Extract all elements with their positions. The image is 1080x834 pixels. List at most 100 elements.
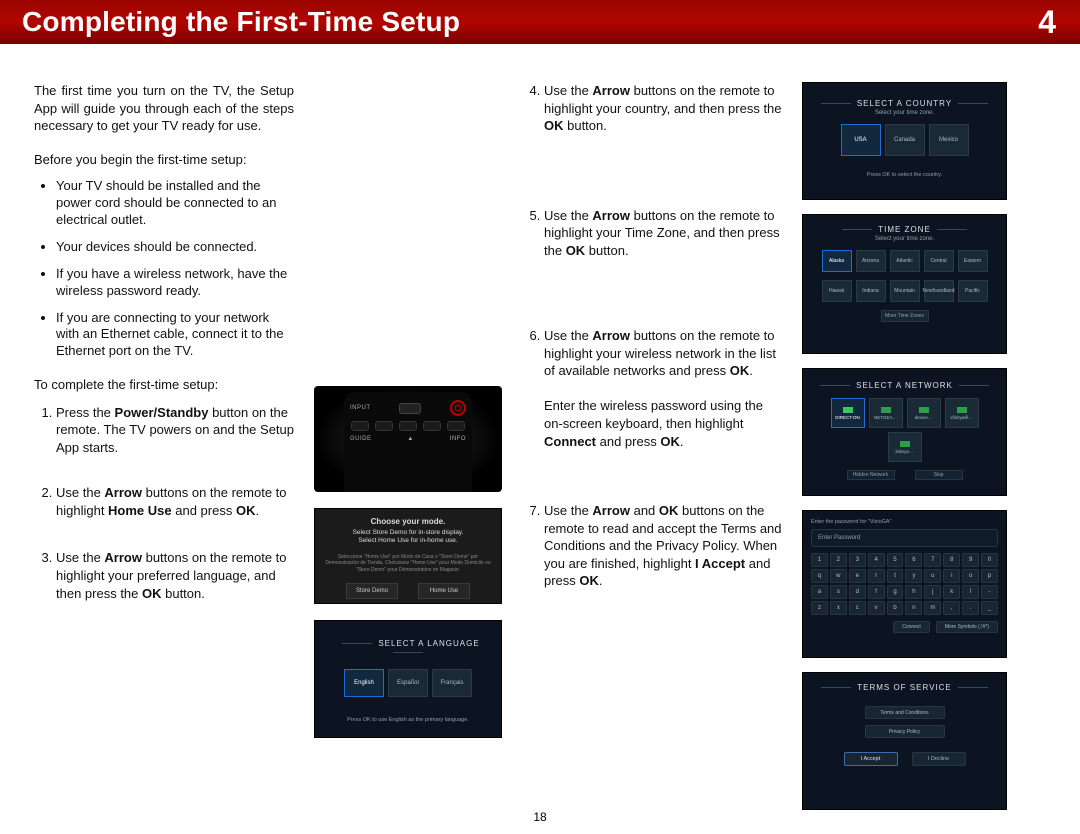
i-accept-button: I Accept [844,752,898,766]
network-option: DIRECT-DN [831,398,865,428]
more-timezones-button: More Time Zones [881,310,929,322]
language-option: Español [388,669,428,697]
network-option: device… [907,398,941,428]
step-4: Use the Arrow buttons on the remote to h… [544,82,782,135]
prep-item: If you are connecting to your network wi… [56,310,294,361]
chapter-number: 4 [1038,6,1062,38]
terms-button: Terms and Conditions [865,706,945,719]
keyboard-key: 7 [924,553,941,567]
left-image-column: INPUT ⏻ GUIDE ▲ INFO Choose your mode. S… [314,82,502,824]
prep-list: Your TV should be installed and the powe… [34,178,294,360]
keyboard-key: m [924,601,941,615]
keyboard-key: w [830,569,847,583]
steps-list-right: Use the Arrow buttons on the remote to h… [522,82,782,590]
keyboard-key: l [962,585,979,599]
keyboard-key: j [924,585,941,599]
step-6: Use the Arrow buttons on the remote to h… [544,327,782,450]
timezone-screenshot: TIME ZONE Select your time zone. Alaska … [802,214,1007,354]
right-text-column: Use the Arrow buttons on the remote to h… [522,82,782,824]
i-decline-button: I Decline [912,752,966,766]
keyboard-key: d [849,585,866,599]
remote-image: INPUT ⏻ GUIDE ▲ INFO [314,386,502,492]
complete-lead: To complete the first-time setup: [34,376,294,394]
language-option: English [344,669,384,697]
keyboard-key: 4 [868,553,885,567]
skip-button: Skip [915,470,963,480]
tos-screenshot: TERMS OF SERVICE Terms and Conditions Pr… [802,672,1007,810]
step-2: Use the Arrow buttons on the remote to h… [56,484,294,519]
keyboard-key: y [905,569,922,583]
prep-item: If you have a wireless network, have the… [56,266,294,300]
mode-screenshot: Choose your mode. Select Store Demo for … [314,508,502,604]
keyboard-key: a [811,585,828,599]
remote-info-label: INFO [450,436,466,442]
remote-button [399,403,421,414]
connect-button: Connect [893,621,930,633]
keyboard-key: 2 [830,553,847,567]
keyboard-key: u [924,569,941,583]
country-option: Canada [885,124,925,156]
keyboard-key: 3 [849,553,866,567]
step-3: Use the Arrow buttons on the remote to h… [56,549,294,602]
country-option: Mexico [929,124,969,156]
keyboard-key: v [868,601,885,615]
keyboard-key: p [981,569,998,583]
keyboard-key: 5 [887,553,904,567]
keyboard-key: 9 [962,553,979,567]
step-5: Use the Arrow buttons on the remote to h… [544,207,782,260]
remote-input-label: INPUT [350,405,371,411]
keyboard-key: n [905,601,922,615]
mode-title: Choose your mode. [323,517,493,526]
keyboard-key: k [943,585,960,599]
keyboard-key: e [849,569,866,583]
prep-item: Your TV should be installed and the powe… [56,178,294,229]
privacy-button: Privacy Policy [865,725,945,738]
more-symbols-button: More Symbols (.!#*) [936,621,998,633]
keyboard-key: x [830,601,847,615]
right-image-column: SELECT A COUNTRY Select your time zone. … [802,82,1007,824]
keyboard-key: b [887,601,904,615]
network-screenshot: SELECT A NETWORK DIRECT-DN NETGEA… devic… [802,368,1007,496]
remote-guide-label: GUIDE [350,436,372,442]
intro-paragraph: The first time you turn on the TV, the S… [34,82,294,135]
keyboard-key: f [868,585,885,599]
keyboard-key: t [887,569,904,583]
keyboard-key: 8 [943,553,960,567]
step-1: Press the Power/Standby button on the re… [56,404,294,457]
keyboard-screenshot: Enter the password for "VizioGA" Enter P… [802,510,1007,658]
keyboard-key: s [830,585,847,599]
before-lead: Before you begin the first-time setup: [34,151,294,169]
keyboard-key: , [943,601,960,615]
keyboard-key: - [981,585,998,599]
keyboard-key: z [811,601,828,615]
mode-home-use-button: Home Use [418,583,470,599]
steps-list-left: Press the Power/Standby button on the re… [34,404,294,602]
keyboard-key: o [962,569,979,583]
page-title: Completing the First-Time Setup [22,6,460,38]
keyboard-key: q [811,569,828,583]
network-option: xfinitywifi… [945,398,979,428]
keyboard-key: i [943,569,960,583]
network-option: linksys… [888,432,922,462]
hidden-network-button: Hidden Network [847,470,895,480]
keyboard-key: 0 [981,553,998,567]
keyboard-key: r [868,569,885,583]
keyboard-key: 1 [811,553,828,567]
keyboard-key: g [887,585,904,599]
keyboard-key: c [849,601,866,615]
keyboard-key: h [905,585,922,599]
mode-store-demo-button: Store Demo [346,583,398,599]
prep-item: Your devices should be connected. [56,239,294,256]
page-body: The first time you turn on the TV, the S… [0,44,1080,834]
page-number: 18 [533,810,546,824]
network-option: NETGEA… [869,398,903,428]
left-text-column: The first time you turn on the TV, the S… [34,82,294,824]
keyboard-key: 6 [905,553,922,567]
power-icon: ⏻ [450,400,466,416]
step-7: Use the Arrow and OK buttons on the remo… [544,502,782,590]
keyboard-key: . [962,601,979,615]
language-screenshot: SELECT A LANGUAGE English Español França… [314,620,502,738]
language-option: Français [432,669,472,697]
country-option: USA [841,124,881,156]
chapter-header: Completing the First-Time Setup 4 [0,0,1080,44]
